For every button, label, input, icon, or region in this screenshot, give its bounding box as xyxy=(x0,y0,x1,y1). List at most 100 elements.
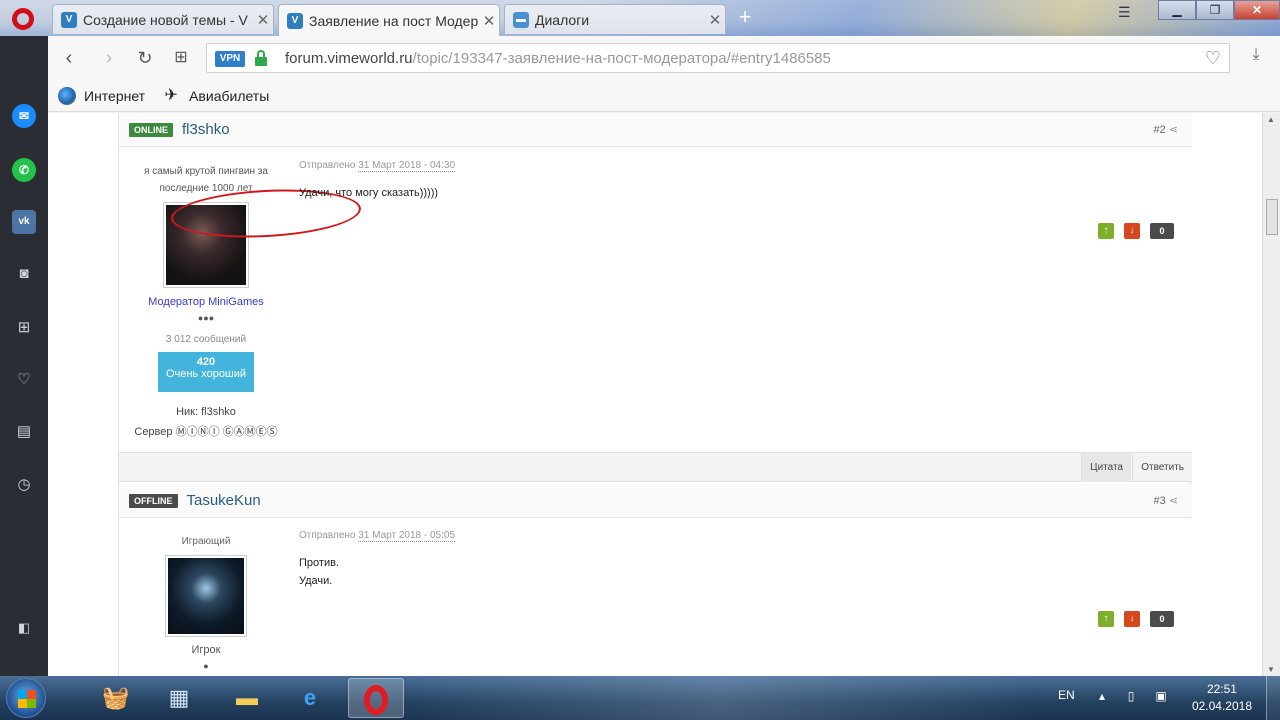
post-header: ONLINE fl3shko #2 ⋖ xyxy=(119,113,1192,147)
url-path: /topic/193347-заявление-на-пост-модерато… xyxy=(412,50,831,67)
explorer-folder-icon[interactable]: ▬ xyxy=(219,678,275,718)
vimeworld-favicon-icon: V xyxy=(287,12,303,29)
calculator-icon[interactable]: ▦ xyxy=(151,678,207,718)
globe-icon xyxy=(58,86,76,105)
battery-icon[interactable]: ▯ xyxy=(1123,689,1139,705)
vote-up-icon[interactable]: ↑ xyxy=(1098,611,1114,627)
reputation-badge: 420 Очень хороший xyxy=(158,352,254,392)
tab-create-topic[interactable]: V Создание новой темы - V ✕ xyxy=(52,4,274,34)
close-tab-icon[interactable]: ✕ xyxy=(705,11,725,29)
bookmark-flights[interactable]: ✈ Авиабилеты xyxy=(161,87,269,105)
post-count: 3 012 сообщений xyxy=(165,334,247,345)
internet-explorer-icon[interactable]: e xyxy=(282,678,338,718)
scrollbar-thumb[interactable] xyxy=(1266,199,1278,235)
network-icon[interactable]: ▣ xyxy=(1153,689,1169,705)
news-icon[interactable]: ▤ xyxy=(12,420,36,444)
tray-expand-icon[interactable]: ▴ xyxy=(1094,689,1110,705)
clock-time: 22:51 xyxy=(1206,682,1237,696)
member-group: Игрок xyxy=(191,644,221,656)
quote-button[interactable]: Цитата xyxy=(1081,453,1131,482)
page-scrollbar[interactable]: ▲ ▼ xyxy=(1262,113,1280,676)
date-value[interactable]: 31 Март 2018 - 04:30 xyxy=(358,160,456,172)
page-viewport: ONLINE fl3shko #2 ⋖ я самый крутой пингви… xyxy=(48,113,1262,676)
bookmark-label: Авиабилеты xyxy=(189,87,270,104)
reply-button[interactable]: Ответить xyxy=(1132,453,1192,482)
avatar[interactable] xyxy=(165,555,247,637)
new-tab-button[interactable]: + xyxy=(735,6,755,30)
close-tab-icon[interactable]: ✕ xyxy=(253,11,273,29)
navigation-bar: ‹ › ↻ ⊞ VPN forum.vimeworld.ru/topic/193… xyxy=(48,36,1280,80)
speed-dial-icon[interactable]: ⊞ xyxy=(12,316,36,340)
member-title: Играющий xyxy=(181,536,231,547)
bookmark-label: Интернет xyxy=(84,87,146,104)
date-value[interactable]: 31 Март 2018 - 05:05 xyxy=(358,530,456,542)
post-number[interactable]: #3 ⋖ xyxy=(1154,494,1178,507)
bookmark-heart-icon[interactable]: ♡ xyxy=(1205,48,1221,69)
clock-date: 02.04.2018 xyxy=(1191,699,1252,713)
system-clock[interactable]: 22:51 02.04.2018 xyxy=(1192,681,1252,715)
opera-menu-icon[interactable] xyxy=(12,8,34,30)
post-footer: Цитата Ответить xyxy=(119,452,1192,482)
whatsapp-icon[interactable]: ✆ xyxy=(12,158,36,182)
start-button[interactable] xyxy=(6,678,46,718)
keyboard-language[interactable]: EN xyxy=(1058,688,1075,702)
address-bar[interactable]: VPN forum.vimeworld.ru/topic/193347-заяв… xyxy=(206,43,1230,73)
sidebar-toggle-icon[interactable]: ◧ xyxy=(12,616,36,640)
vote-up-icon[interactable]: ↑ xyxy=(1098,223,1114,239)
tab-moderator-application[interactable]: V Заявление на пост Модер ✕ xyxy=(278,4,500,36)
vpn-badge[interactable]: VPN xyxy=(215,51,245,67)
tab-menu-icon[interactable]: ☰ xyxy=(1118,4,1142,20)
close-window-button[interactable]: ✕ xyxy=(1234,0,1280,20)
reload-icon[interactable]: ↻ xyxy=(134,47,156,69)
reputation-label: Очень хороший xyxy=(165,368,247,380)
scroll-down-icon[interactable]: ▼ xyxy=(1267,665,1275,674)
history-clock-icon[interactable]: ◷ xyxy=(12,473,36,497)
basket-app-icon[interactable]: 🧺 xyxy=(88,678,144,718)
opera-sidebar: ✉ ✆ vk ◙ ⊞ ♡ ▤ ◷ ◧ xyxy=(0,36,48,676)
tab-title: Создание новой темы - V xyxy=(83,11,248,28)
back-icon[interactable]: ‹ xyxy=(58,47,80,69)
heart-icon[interactable]: ♡ xyxy=(12,368,36,392)
post-date: Отправлено 31 Март 2018 - 04:30 xyxy=(299,160,1179,172)
show-desktop-button[interactable] xyxy=(1266,676,1280,720)
date-prefix: Отправлено xyxy=(299,530,356,541)
vote-down-icon[interactable]: ↓ xyxy=(1124,223,1140,239)
forum-topic: ONLINE fl3shko #2 ⋖ я самый крутой пингви… xyxy=(118,113,1192,676)
post-line: Против. xyxy=(299,557,339,569)
close-tab-icon[interactable]: ✕ xyxy=(479,12,499,30)
share-icon[interactable]: ⋖ xyxy=(1169,124,1178,136)
rank-pips: ●●● xyxy=(197,313,215,323)
minimize-button[interactable]: ▁ xyxy=(1158,0,1196,20)
post-content: Отправлено 31 Март 2018 - 04:30 Удачи, ч… xyxy=(299,160,1179,202)
post-body: я самый крутой пингвин за последние 1000… xyxy=(119,148,1192,452)
post-text: Против. Удачи. xyxy=(299,554,1179,590)
post-author-link[interactable]: fl3shko xyxy=(182,121,230,138)
messenger-icon[interactable]: ✉ xyxy=(12,104,36,128)
opera-taskbar-icon[interactable] xyxy=(348,678,404,718)
url-text[interactable]: forum.vimeworld.ru/topic/193347-заявлени… xyxy=(285,50,831,67)
post-author-link[interactable]: TasukeKun xyxy=(187,492,261,509)
download-icon[interactable]: ⤓ xyxy=(1244,46,1268,70)
tab-title: Диалоги xyxy=(535,11,590,28)
post-line: Удачи, что могу сказать))))) xyxy=(299,187,439,199)
vote-down-icon[interactable]: ↓ xyxy=(1124,611,1140,627)
tab-dialogs[interactable]: ▬ Диалоги ✕ xyxy=(504,4,726,34)
post-rating: ↑ ↓ 0 xyxy=(1088,223,1174,239)
rating-count: 0 xyxy=(1150,611,1174,627)
post-number[interactable]: #2 ⋖ xyxy=(1154,123,1178,136)
camera-icon[interactable]: ◙ xyxy=(12,262,36,286)
vk-icon[interactable]: vk xyxy=(12,210,36,234)
post-body: Играющий Игрок ● Отправлено 31 Март 2018… xyxy=(119,519,1192,676)
share-icon[interactable]: ⋖ xyxy=(1169,495,1178,507)
member-group[interactable]: Модератор MiniGames xyxy=(119,296,293,308)
scroll-up-icon[interactable]: ▲ xyxy=(1267,115,1275,124)
tabs-grid-icon[interactable]: ⊞ xyxy=(170,47,192,69)
online-badge: ONLINE xyxy=(129,122,174,137)
lock-icon[interactable] xyxy=(255,50,267,66)
bookmarks-bar: Интернет ✈ Авиабилеты xyxy=(48,80,1280,112)
maximize-button[interactable]: ❐ xyxy=(1196,0,1234,20)
rank-pips: ● xyxy=(203,661,209,671)
bookmark-internet[interactable]: Интернет xyxy=(58,86,146,105)
forward-icon[interactable]: › xyxy=(98,47,120,69)
post-content: Отправлено 31 Март 2018 - 05:05 Против. … xyxy=(299,530,1179,590)
